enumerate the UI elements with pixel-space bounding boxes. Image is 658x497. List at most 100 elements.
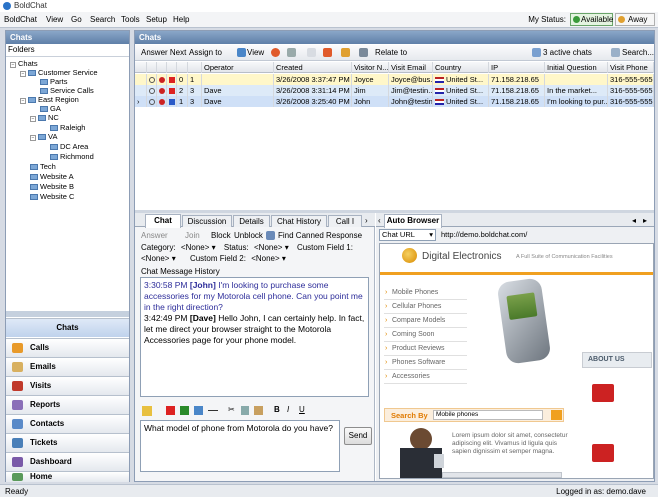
tree-node-raleigh[interactable]: Raleigh [50, 123, 85, 132]
site-search-button[interactable] [551, 410, 562, 420]
tab-auto-browser[interactable]: Auto Browser [384, 214, 442, 228]
menu-view[interactable]: View [46, 15, 63, 24]
site-menu-item[interactable]: Phones Software [384, 356, 467, 370]
italic-icon[interactable]: I [287, 405, 289, 414]
menu-boldchat[interactable]: BoldChat [4, 15, 37, 24]
image-icon[interactable] [194, 406, 203, 415]
nav-visits[interactable]: Visits [6, 376, 129, 395]
chat-message-history[interactable]: 3:30:58 PM [John] I'm looking to purchas… [140, 277, 369, 397]
custom-field-2-select[interactable]: <None> [251, 254, 279, 263]
collapse-icon[interactable]: − [10, 62, 16, 68]
table-row[interactable]: › 1 3 Dave 3/26/2008 3:25:40 PM John Joh… [135, 96, 654, 107]
close-icon[interactable] [307, 48, 316, 57]
active-chats-button[interactable]: 3 active chats [543, 48, 592, 57]
custom-field-1-select[interactable]: <None> [141, 254, 169, 263]
tree-node-website-b[interactable]: Website B [30, 182, 74, 191]
tree-node-nc[interactable]: − NC [30, 113, 59, 122]
table-row[interactable]: 2 3 Dave 3/26/2008 3:31:14 PM Jim Jim@te… [135, 85, 654, 96]
tree-node-website-c[interactable]: Website C [30, 192, 74, 201]
nav-home[interactable]: Home [6, 471, 129, 482]
site-menu-item[interactable]: Compare Models [384, 314, 467, 328]
nav-reports[interactable]: Reports [6, 395, 129, 414]
col-ip[interactable]: IP [489, 62, 545, 73]
rule-icon[interactable] [208, 410, 218, 411]
col-n2[interactable] [188, 62, 202, 73]
site-search-select[interactable]: Mobile phones [433, 410, 543, 420]
browser-prev-icon[interactable]: ◂ [632, 216, 636, 225]
available-button[interactable]: Available [570, 13, 613, 26]
col-visitor[interactable]: Visitor N... [352, 62, 389, 73]
away-button[interactable]: Away [615, 13, 655, 26]
collapse-icon[interactable]: − [20, 71, 26, 77]
col-country[interactable]: Country [433, 62, 489, 73]
underline-icon[interactable]: U [299, 405, 305, 414]
status-select[interactable]: <None> [254, 243, 282, 252]
menu-setup[interactable]: Setup [146, 15, 167, 24]
relate-to-button[interactable]: Relate to [375, 48, 407, 57]
horizontal-scrollbar[interactable] [442, 472, 562, 478]
tree-node-va[interactable]: − VA [30, 132, 57, 141]
col-status[interactable] [135, 62, 147, 73]
nav-chats[interactable]: Chats [6, 318, 129, 337]
tree-node-ga[interactable]: GA [40, 104, 61, 113]
collapse-icon[interactable]: − [20, 98, 26, 104]
join-button[interactable]: Join [185, 231, 200, 240]
menu-search[interactable]: Search [90, 15, 115, 24]
menu-help[interactable]: Help [173, 15, 189, 24]
col-email[interactable]: Visit Email [389, 62, 433, 73]
site-menu-item[interactable]: Coming Soon [384, 328, 467, 342]
tree-node-parts[interactable]: Parts [40, 77, 68, 86]
category-select[interactable]: <None> [181, 243, 209, 252]
menu-go[interactable]: Go [71, 15, 82, 24]
tree-node-tech[interactable]: Tech [30, 162, 56, 171]
nav-calls[interactable]: Calls [6, 338, 129, 357]
site-menu-item[interactable]: Accessories [384, 370, 467, 384]
tab-scroll-icon[interactable]: › [365, 216, 368, 225]
col-created[interactable]: Created [274, 62, 352, 73]
tab-chat[interactable]: Chat [145, 214, 181, 228]
collapse-icon[interactable]: − [30, 116, 36, 122]
cut-icon[interactable]: ✂ [228, 405, 235, 414]
nav-contacts[interactable]: Contacts [6, 414, 129, 433]
emoticon-icon[interactable] [142, 406, 152, 416]
col-n1[interactable] [177, 62, 188, 73]
browser-scroll-left-icon[interactable]: ‹ [378, 216, 381, 225]
record-icon[interactable] [271, 48, 280, 57]
bold-icon[interactable]: B [274, 405, 280, 414]
col-icon3[interactable] [167, 62, 177, 73]
search-button[interactable]: Search... [622, 48, 654, 57]
nav-emails[interactable]: Emails [6, 357, 129, 376]
nav-tickets[interactable]: Tickets [6, 433, 129, 452]
answer-next-button[interactable]: Answer Next [141, 48, 186, 57]
collapse-icon[interactable]: − [30, 135, 36, 141]
menu-tools[interactable]: Tools [121, 15, 140, 24]
find-canned-response-button[interactable]: Find Canned Response [278, 231, 362, 240]
copy-icon[interactable] [241, 406, 249, 415]
col-icon2[interactable] [157, 62, 167, 73]
browser-next-icon[interactable]: ▸ [643, 216, 647, 225]
compose-input[interactable]: What model of phone from Motorola do you… [140, 420, 340, 472]
tree-node-service-calls[interactable]: Service Calls [40, 86, 94, 95]
print-icon[interactable] [359, 48, 368, 57]
col-phone[interactable]: Visit Phone [608, 62, 654, 73]
tab-details[interactable]: Details [233, 215, 270, 227]
tree-node-east-region[interactable]: − East Region [20, 95, 79, 104]
pen-icon[interactable] [166, 406, 175, 415]
unblock-button[interactable]: Unblock [234, 231, 263, 240]
tab-call-info[interactable]: Call I [328, 215, 362, 227]
tree-node-customer-service[interactable]: − Customer Service [20, 68, 98, 77]
send-button[interactable]: Send [344, 427, 372, 445]
flag-icon[interactable] [323, 48, 332, 57]
site-menu-item[interactable]: Product Reviews [384, 342, 467, 356]
col-operator[interactable]: Operator [202, 62, 274, 73]
answer-button[interactable]: Answer [141, 231, 168, 240]
url-source-select[interactable]: Chat URL ▾ [379, 229, 436, 241]
web-view[interactable]: Digital Electronics A Full Suite of Comm… [379, 243, 654, 479]
tab-discussion[interactable]: Discussion [182, 215, 232, 227]
link-icon[interactable] [180, 406, 189, 415]
view-button[interactable]: View [247, 48, 264, 57]
site-menu-item[interactable]: Cellular Phones [384, 300, 467, 314]
assign-to-button[interactable]: Assign to [189, 48, 222, 57]
tree-node-chats[interactable]: − Chats [10, 59, 38, 68]
stop-icon[interactable] [287, 48, 296, 57]
